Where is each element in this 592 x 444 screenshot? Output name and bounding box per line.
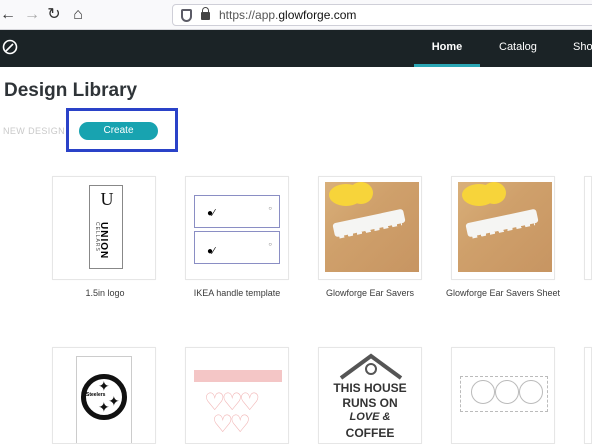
design-card-2[interactable]: ●∕ ○ ●∕ ○ xyxy=(185,176,289,280)
hole-icon: ○ xyxy=(268,206,272,212)
hole-icon: ○ xyxy=(268,242,272,248)
ear-saver-piece xyxy=(465,208,539,238)
nav-catalog[interactable]: Catalog xyxy=(499,30,537,67)
oval-template xyxy=(460,376,548,412)
glowforge-logo-icon[interactable] xyxy=(2,39,18,55)
forward-icon[interactable]: → xyxy=(22,5,42,25)
design-label-1: 1.5in logo xyxy=(85,288,125,298)
nav-shop[interactable]: Sho xyxy=(573,30,592,67)
design-card-3[interactable] xyxy=(318,176,422,280)
design-label-2: IKEA handle template xyxy=(193,288,281,298)
yellow-strap xyxy=(482,182,506,204)
design-card-4[interactable] xyxy=(451,176,555,280)
lock-icon[interactable] xyxy=(201,7,210,20)
back-icon[interactable]: ← xyxy=(0,5,18,25)
house-text-line2: RUNS ON xyxy=(342,396,398,410)
ear-saver-photo xyxy=(325,182,419,272)
handle-icon: ●∕ xyxy=(207,246,215,257)
design-card-6[interactable]: ✦ ✦ ✦ Steelers xyxy=(52,347,156,444)
house-text-line1: THIS HOUSE xyxy=(333,381,407,395)
design-label-4: Glowforge Ear Savers Sheet xyxy=(445,288,561,298)
new-design-label: NEW DESIGN xyxy=(3,126,66,136)
union-cellars-thumbnail: U UNION CELLARS xyxy=(89,185,123,269)
yellow-strap xyxy=(349,182,373,204)
page-title: Design Library xyxy=(4,80,138,101)
heart-icon: ♡♡ xyxy=(212,411,251,438)
ikea-panel-top: ●∕ ○ xyxy=(194,195,280,228)
shield-icon[interactable] xyxy=(181,9,192,22)
design-card-9[interactable] xyxy=(451,347,555,444)
design-label-3: Glowforge Ear Savers xyxy=(325,288,415,298)
steelers-logo: ✦ ✦ ✦ Steelers xyxy=(81,374,127,420)
ear-saver-piece xyxy=(332,208,406,238)
nav-home[interactable]: Home xyxy=(414,30,480,67)
house-roof-icon xyxy=(339,353,403,380)
pink-strip xyxy=(194,370,282,382)
handle-icon: ●∕ xyxy=(207,208,215,219)
url-text: https://app.glowforge.com xyxy=(219,8,357,22)
star-icon: ✦ xyxy=(98,399,110,415)
design-card-8[interactable]: THIS HOUSE RUNS ON LOVE & COFFEE xyxy=(318,347,422,444)
design-card-7[interactable]: ♡♡♡ ♡♡ xyxy=(185,347,289,444)
address-bar[interactable]: https://app.glowforge.com xyxy=(172,4,592,26)
ear-saver-sheet-photo xyxy=(458,182,552,272)
design-card-5-partial[interactable] xyxy=(584,176,592,280)
house-text-line4: COFFEE xyxy=(345,426,395,440)
house-text-line3: LOVE & xyxy=(349,411,391,423)
reload-icon[interactable]: ↻ xyxy=(44,5,64,25)
highlight-annotation xyxy=(66,108,178,152)
design-card-1[interactable]: U UNION CELLARS xyxy=(52,176,156,280)
app-navbar: Home Catalog Sho xyxy=(0,30,592,67)
browser-toolbar: ← → ↻ ⌂ https://app.glowforge.com xyxy=(0,0,592,30)
design-card-10-partial[interactable] xyxy=(584,347,592,444)
home-icon[interactable]: ⌂ xyxy=(68,5,88,25)
ikea-panel-bottom: ●∕ ○ xyxy=(194,231,280,264)
